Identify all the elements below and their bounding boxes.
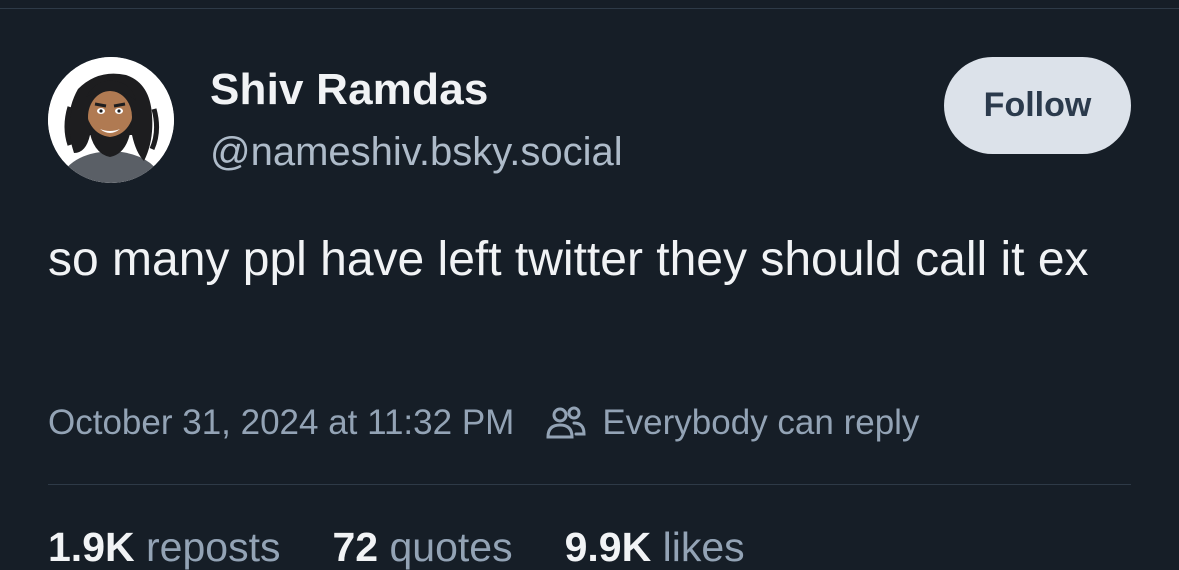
likes-stat[interactable]: 9.9K likes <box>565 524 745 570</box>
reposts-count: 1.9K <box>48 523 135 570</box>
post-text: so many ppl have left twitter they shoul… <box>48 233 1089 286</box>
follow-button[interactable]: Follow <box>944 57 1131 154</box>
avatar[interactable] <box>48 57 174 183</box>
people-icon <box>544 401 588 445</box>
post-meta: October 31, 2024 at 11:32 PM Everybody c… <box>48 399 919 447</box>
reposts-label: reposts <box>146 523 281 570</box>
author-handle[interactable]: @nameshiv.bsky.social <box>210 126 623 178</box>
reply-setting[interactable]: Everybody can reply <box>602 403 919 443</box>
likes-label: likes <box>662 523 745 570</box>
likes-count: 9.9K <box>564 523 652 570</box>
quotes-count: 72 <box>332 523 379 570</box>
reposts-stat[interactable]: 1.9K reposts <box>48 524 280 570</box>
quotes-label: quotes <box>389 523 513 570</box>
post-timestamp[interactable]: October 31, 2024 at 11:32 PM <box>48 403 514 443</box>
top-divider <box>0 0 1179 9</box>
avatar-illustration <box>48 57 174 183</box>
author-display-name[interactable]: Shiv Ramdas <box>210 64 489 116</box>
quotes-stat[interactable]: 72 quotes <box>332 524 512 570</box>
stats-divider <box>48 484 1131 485</box>
post-stats: 1.9K reposts 72 quotes 9.9K likes <box>48 520 797 570</box>
